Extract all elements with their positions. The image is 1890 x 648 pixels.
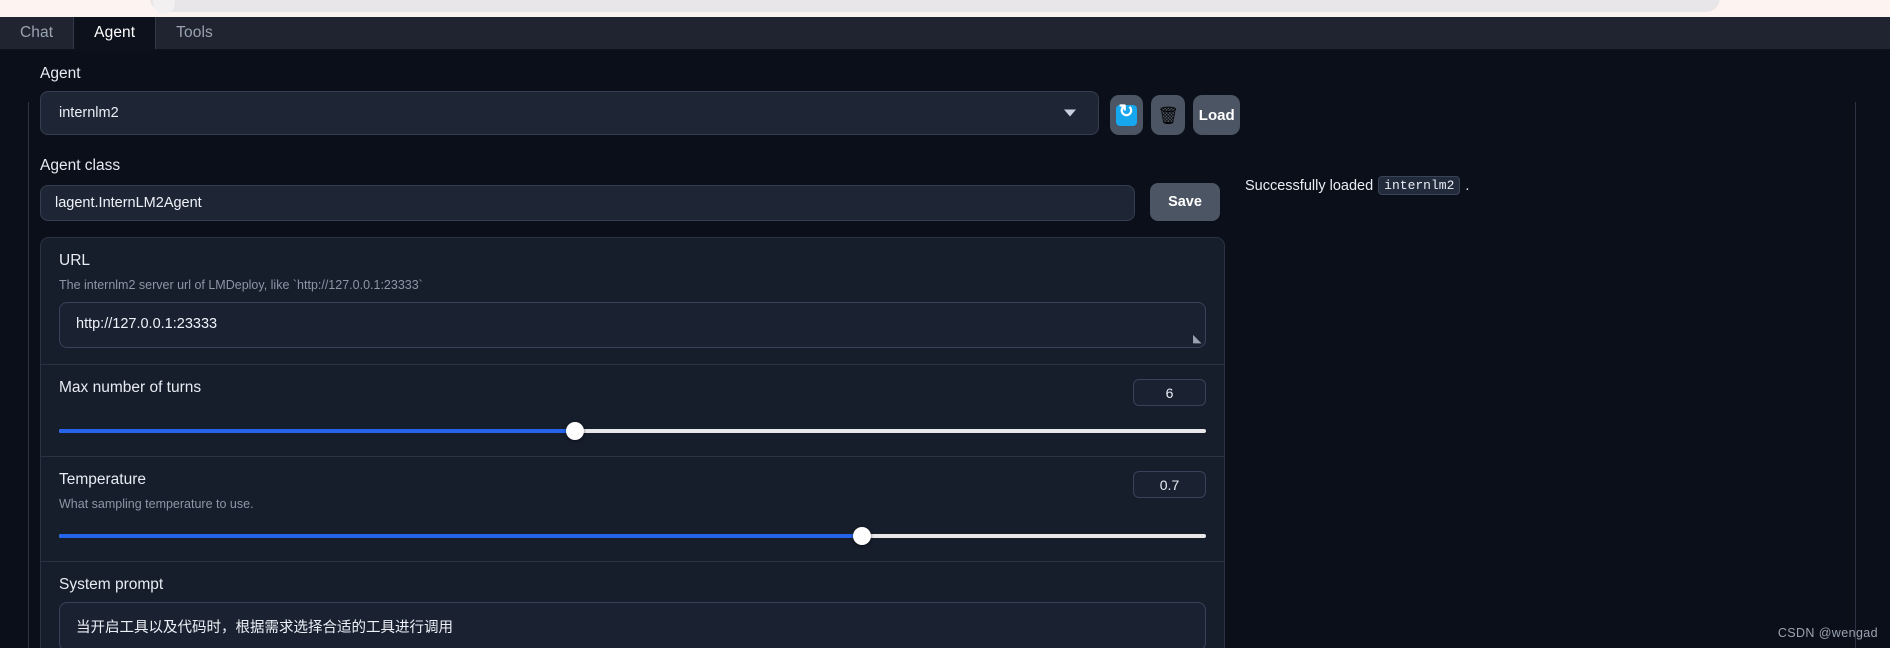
temperature-number-input[interactable]: 0.7 [1133, 471, 1206, 498]
url-input[interactable]: http://127.0.0.1:23333 ◢ [59, 302, 1206, 348]
temperature-value: 0.7 [1159, 476, 1180, 493]
status-column: Successfully loaded internlm2. [1245, 51, 1845, 195]
agent-class-input[interactable]: lagent.InternLM2Agent [40, 185, 1135, 221]
tab-tools[interactable]: Tools [156, 17, 233, 49]
status-message: Successfully loaded internlm2. [1245, 176, 1845, 195]
agent-dropdown[interactable]: internlm2 [40, 91, 1099, 135]
max-turns-header: Max number of turns 6 [59, 379, 1206, 406]
temperature-info: What sampling temperature to use. [59, 497, 254, 511]
temperature-header: Temperature What sampling temperature to… [59, 471, 1206, 511]
max-turns-number-input[interactable]: 6 [1133, 379, 1206, 406]
temperature-slider-fill [59, 534, 862, 538]
refresh-icon [1115, 102, 1137, 126]
url-info: The internlm2 server url of LMDeploy, li… [59, 278, 423, 292]
url-value: http://127.0.0.1:23333 [76, 316, 218, 332]
tab-chat[interactable]: Chat [0, 17, 73, 49]
max-turns-slider-fill [59, 429, 576, 433]
status-code: internlm2 [1378, 176, 1461, 195]
panel-right-border [1855, 102, 1856, 648]
url-section: URL The internlm2 server url of LMDeploy… [41, 238, 1224, 365]
agent-selector-row: internlm2 🗑 Load [40, 91, 1241, 135]
system-prompt-section: System prompt 当开启工具以及代码时，根据需求选择合适的工具进行调用 [41, 562, 1224, 648]
top-overflow-strip [0, 0, 1890, 17]
save-button[interactable]: Save [1150, 183, 1220, 221]
system-prompt-value: 当开启工具以及代码时，根据需求选择合适的工具进行调用 [76, 620, 453, 636]
status-prefix: Successfully loaded [1245, 177, 1374, 194]
settings-column: Agent internlm2 🗑 Load Agent cla [40, 51, 1241, 648]
status-suffix: . [1465, 177, 1470, 194]
agent-settings-panel: Agent internlm2 🗑 Load Agent cla [0, 51, 1890, 648]
temperature-slider[interactable] [59, 527, 1206, 545]
agent-config-group: URL The internlm2 server url of LMDeploy… [40, 237, 1225, 648]
panel-left-border [28, 102, 29, 648]
temperature-label: Temperature [59, 471, 147, 488]
temperature-section: Temperature What sampling temperature to… [41, 457, 1224, 562]
system-prompt-label: System prompt [59, 576, 164, 593]
agent-class-value: lagent.InternLM2Agent [55, 195, 202, 211]
url-label: URL [59, 252, 91, 269]
watermark: CSDN @wengad [1777, 626, 1878, 640]
tab-bar: Chat Agent Tools [0, 17, 1890, 49]
agent-class-row: lagent.InternLM2Agent Save [40, 183, 1240, 221]
resize-handle[interactable]: ◢ [1193, 333, 1201, 345]
max-turns-slider-thumb[interactable] [566, 422, 585, 440]
top-overflow-card [150, 0, 1720, 12]
max-turns-slider[interactable] [59, 422, 1206, 440]
agent-class-label: Agent class [40, 157, 121, 174]
refresh-button[interactable] [1109, 95, 1143, 135]
delete-button[interactable]: 🗑 [1151, 95, 1185, 135]
wastebasket-icon: 🗑 [1157, 105, 1179, 125]
agent-dropdown-value: internlm2 [59, 105, 119, 121]
max-turns-label: Max number of turns [59, 379, 202, 396]
max-turns-value: 6 [1165, 384, 1174, 401]
max-turns-section: Max number of turns 6 [41, 365, 1224, 457]
system-prompt-input[interactable]: 当开启工具以及代码时，根据需求选择合适的工具进行调用 [59, 602, 1206, 648]
temperature-slider-thumb[interactable] [852, 527, 871, 545]
tab-agent[interactable]: Agent [73, 17, 157, 49]
load-button[interactable]: Load [1193, 95, 1241, 135]
chevron-down-icon [1063, 109, 1076, 117]
agent-label: Agent [40, 65, 81, 82]
